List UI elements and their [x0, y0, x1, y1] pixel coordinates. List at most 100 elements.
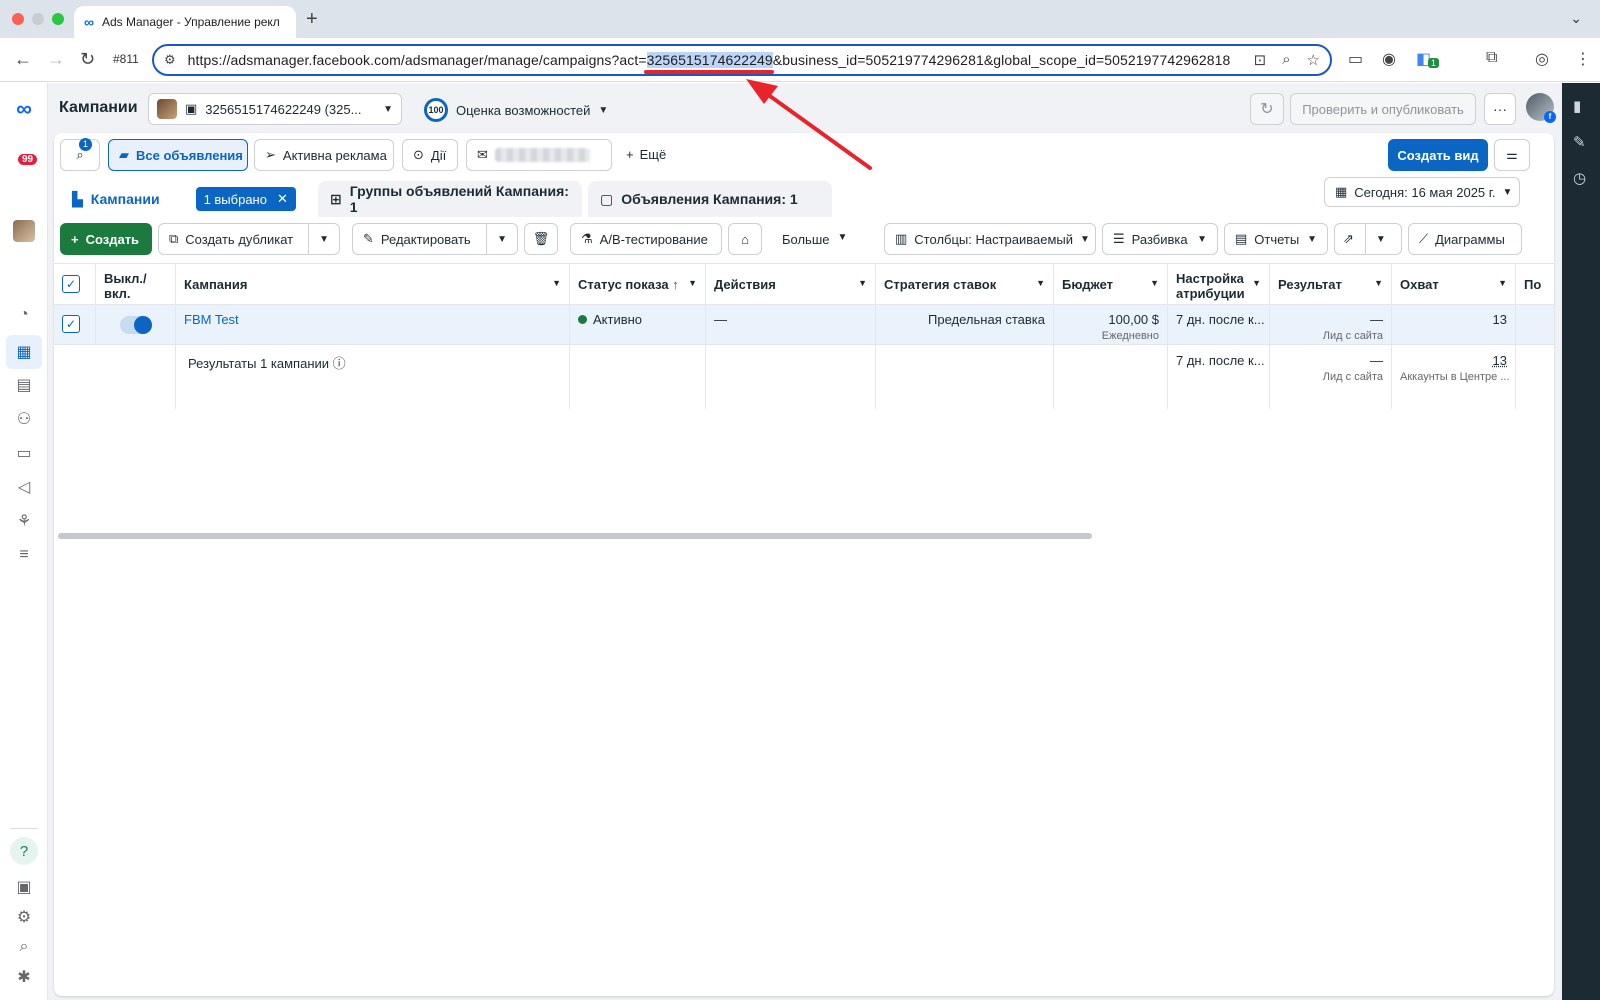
catalog-icon[interactable]: ▤	[12, 373, 36, 397]
col-attribution-label: Настройка атрибуции	[1176, 271, 1245, 301]
site-settings-icon[interactable]: ⚙	[164, 52, 176, 68]
summary-reach-value[interactable]: 13	[1400, 353, 1507, 368]
caret-down-icon[interactable]: ▼	[308, 224, 329, 254]
col-status[interactable]: Статус показа ↑ ▼	[570, 264, 706, 304]
camera-icon[interactable]: ▭	[1348, 49, 1363, 69]
ab-test-label: A/B-тестирование	[599, 231, 708, 247]
budget-cell[interactable]: 100,00 $ Ежедневно	[1054, 305, 1168, 344]
create-button[interactable]: + Создать	[60, 223, 152, 255]
zoom-icon[interactable]: ⌕	[1282, 51, 1290, 69]
forward-arrow-icon[interactable]: →	[47, 48, 65, 70]
news-icon[interactable]: ▣	[12, 875, 36, 899]
search-icon[interactable]: ⌕	[12, 935, 36, 959]
charts-button[interactable]: ⟋ Диаграммы	[1408, 223, 1522, 255]
back-arrow-icon[interactable]: ←	[14, 48, 32, 70]
campaign-toggle[interactable]	[96, 305, 176, 344]
col-actions[interactable]: Действия ▼	[706, 264, 876, 304]
saved-filter-button[interactable]: ✉	[466, 139, 612, 171]
minimize-window-button[interactable]	[32, 13, 44, 25]
browser-tabbar: ∞ Ads Manager - Управление рекл + ⌄	[0, 0, 1600, 38]
ads-manager-table-icon[interactable]: ▦	[6, 335, 42, 369]
col-attribution[interactable]: Настройка атрибуции ▼	[1168, 264, 1270, 304]
caret-down-icon[interactable]: ▼	[486, 224, 507, 254]
active-ads-button[interactable]: ➢ Активна реклама	[254, 139, 394, 171]
cookie-icon[interactable]: ◉	[1382, 49, 1396, 69]
col-next[interactable]: По	[1516, 264, 1554, 304]
col-campaign[interactable]: Кампания ▼	[176, 264, 570, 304]
puzzle-icon[interactable]: ⧉	[1486, 49, 1497, 67]
date-range-picker[interactable]: ▦ Сегодня: 16 мая 2025 г. ▼	[1324, 177, 1520, 207]
maximize-window-button[interactable]	[52, 13, 64, 25]
profile-icon[interactable]: ◎	[1535, 49, 1549, 69]
columns-button[interactable]: ▥ Столбцы: Настраиваемый ▼	[884, 223, 1096, 255]
info-icon[interactable]: ⓘ	[333, 356, 346, 371]
history-clock-icon[interactable]: ◷	[1573, 169, 1586, 187]
more-options-button[interactable]: ···	[1484, 93, 1516, 125]
bar-chart-icon[interactable]: ▮	[1573, 97, 1581, 115]
pencil-icon[interactable]: ✎	[1573, 133, 1586, 151]
audiences-icon[interactable]: ⚇	[12, 407, 36, 431]
summary-row: Результаты 1 кампании ⓘ 7 дн. после к...…	[54, 345, 1554, 409]
actions-filter-button[interactable]: ⊙ Дії	[402, 139, 458, 171]
new-tab-button[interactable]: +	[306, 8, 318, 31]
chevron-down-icon[interactable]: ⌄	[1570, 10, 1582, 27]
bug-icon[interactable]: ✱	[12, 965, 36, 989]
billing-card-icon[interactable]: ▭	[12, 441, 36, 465]
summary-label: Результаты 1 кампании	[188, 356, 330, 371]
tab-adsets[interactable]: ⊞ Группы объявлений Кампания: 1	[318, 181, 582, 217]
filter-settings-button[interactable]: ⚌	[1494, 139, 1530, 171]
filter-bar: ⌕ 1 ▰ Все объявления ➢ Активна реклама ⊙…	[54, 133, 1554, 179]
col-budget[interactable]: Бюджет ▼	[1054, 264, 1168, 304]
tab-ads[interactable]: ▢ Объявления Кампания: 1	[588, 181, 832, 217]
attribution-cell: 7 дн. после к...	[1168, 305, 1270, 344]
all-ads-button[interactable]: ▰ Все объявления	[108, 139, 248, 171]
date-range-label: Сегодня: 16 мая 2025 г.	[1354, 184, 1496, 200]
row-checkbox[interactable]: ✓	[54, 305, 96, 344]
refresh-button[interactable]: ↻	[1250, 93, 1284, 125]
col-reach[interactable]: Охват ▼	[1392, 264, 1516, 304]
opportunity-score[interactable]: 100 Оценка возможностей ▼	[424, 98, 608, 122]
caret-down-icon[interactable]: ▼	[1364, 224, 1386, 254]
browser-tab[interactable]: ∞ Ads Manager - Управление рекл	[74, 6, 296, 38]
close-icon[interactable]: ✕	[277, 191, 288, 207]
tab-campaigns[interactable]: ▙ Кампании 1 выбрано ✕	[60, 181, 310, 217]
gear-icon[interactable]: ⚙	[12, 905, 36, 929]
help-icon[interactable]: ?	[10, 837, 38, 865]
campaign-name-cell[interactable]: FBM Test	[176, 305, 570, 344]
selected-chip[interactable]: 1 выбрано ✕	[195, 187, 296, 211]
more-actions-button[interactable]: Больше ▼	[782, 232, 847, 247]
reload-icon[interactable]: ↻	[80, 48, 95, 70]
duplicate-button[interactable]: ⧉ Создать дубликат ▼	[158, 223, 340, 255]
reports-button[interactable]: ▤ Отчеты ▼	[1224, 223, 1328, 255]
export-button[interactable]: ⇗ ▼	[1334, 223, 1402, 255]
review-publish-button[interactable]: Проверить и опубликовать	[1290, 93, 1476, 125]
more-filters-button[interactable]: + Ещё	[626, 147, 666, 162]
kebab-menu-icon[interactable]: ⋮	[1575, 49, 1591, 69]
account-selector[interactable]: ▣ 3256515174622249 (325... ▼	[148, 93, 402, 125]
hamburger-menu-icon[interactable]: ≡	[12, 543, 36, 567]
table-row[interactable]: ✓ FBM Test Активно — Предельная ставка 1…	[54, 305, 1554, 345]
select-all-checkbox[interactable]: ✓	[54, 264, 96, 304]
megaphone-icon[interactable]: ◁	[12, 475, 36, 499]
divider	[10, 828, 38, 829]
bookmark-star-icon[interactable]: ☆	[1307, 51, 1320, 69]
meta-logo-icon[interactable]: ∞	[12, 96, 36, 121]
close-window-button[interactable]	[12, 13, 24, 25]
create-view-button[interactable]: Создать вид	[1388, 139, 1488, 171]
campaign-folder-icon: ▙	[72, 190, 83, 207]
dashboard-icon[interactable]: ◔	[12, 303, 36, 327]
delete-button[interactable]: 🗑	[524, 223, 558, 255]
tag-button[interactable]: ⌂	[728, 223, 762, 255]
business-avatar[interactable]	[12, 219, 36, 243]
col-bid-strategy[interactable]: Стратегия ставок ▼	[876, 264, 1054, 304]
horizontal-scrollbar[interactable]	[58, 533, 1092, 539]
breakdown-button[interactable]: ☰ Разбивка ▼	[1102, 223, 1218, 255]
duplicate-label: Создать дубликат	[185, 231, 294, 247]
install-icon[interactable]: ⊡	[1254, 51, 1267, 69]
col-result[interactable]: Результат ▼	[1270, 264, 1392, 304]
campaign-name-link[interactable]: FBM Test	[184, 312, 239, 327]
ab-test-button[interactable]: ⚗ A/B-тестирование	[570, 223, 722, 255]
events-manager-icon[interactable]: ⚘	[12, 509, 36, 533]
edit-button[interactable]: ✎ Редактировать ▼	[352, 223, 518, 255]
actions-cell: —	[706, 305, 876, 344]
